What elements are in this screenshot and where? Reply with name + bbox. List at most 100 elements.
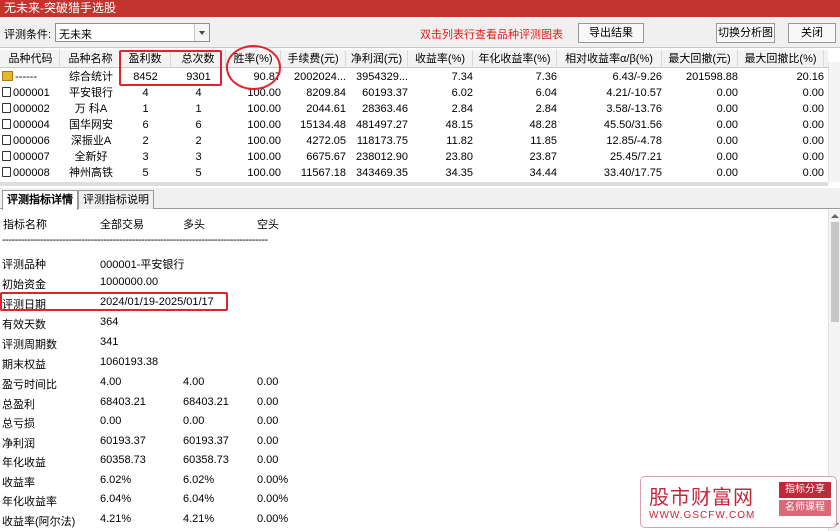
metric-all: 4.00 (100, 376, 122, 388)
column-header-return[interactable]: 收益率(%) (408, 50, 473, 68)
cell-net-profit: 238012.90 (356, 151, 408, 163)
cell-net-profit: 3954329... (356, 71, 408, 83)
metric-short: 0.00 (257, 376, 279, 388)
detail-header-long: 多头 (183, 219, 205, 231)
cell-fee: 2002024... (294, 71, 346, 83)
stock-icon (2, 87, 11, 97)
metric-long: 68403.21 (183, 395, 229, 408)
table-row[interactable]: 000001 平安银行 4 4 100.00 8209.84 60193.37 6.02 6.0… (0, 86, 828, 101)
tab-metric-details[interactable]: 评测指标详情 (2, 190, 78, 210)
cell-net-profit: 60193.37 (362, 87, 408, 99)
metric-short: 0.00 (257, 434, 279, 447)
column-header-name[interactable]: 品种名称 (62, 50, 120, 68)
condition-select[interactable]: 无未来 (55, 23, 210, 42)
cell-net-profit: 343469.35 (356, 167, 408, 179)
table-row[interactable]: 000006 深振业A 2 2 100.00 4272.05 118173.75 11.82 1… (0, 134, 828, 149)
export-button[interactable]: 导出结果 (578, 23, 644, 43)
watermark-tag2: 名师课程 (779, 500, 831, 516)
cell-fee: 4272.05 (306, 135, 346, 147)
watermark-url: WWW.GSCFW.COM (649, 510, 756, 521)
table-row[interactable]: 000002 万 科A 1 1 100.00 2044.61 28363.46 2.84 2.8… (0, 102, 828, 117)
table-vertical-scrollbar[interactable] (828, 62, 840, 182)
cell-fee: 8209.84 (306, 87, 346, 99)
cell-max-drawdown: 201598.88 (686, 71, 738, 83)
watermark: 股市财富网 指标分享 名师课程 WWW.GSCFW.COM (640, 476, 837, 528)
column-header-net-profit[interactable]: 净利润(元) (346, 50, 408, 68)
cell-max-drawdown-ratio: 0.00 (802, 135, 824, 147)
watermark-name: 股市财富网 (649, 485, 754, 509)
cell-name: 深振业A (70, 135, 112, 147)
chevron-down-icon[interactable] (194, 24, 209, 41)
info-value: 341 (100, 336, 119, 348)
cell-total: 3 (195, 151, 202, 163)
detail-header-short: 空头 (257, 219, 279, 231)
metric-label: 年化收益率 (2, 496, 57, 508)
metric-short: 0.00% (257, 512, 289, 525)
cell-wins: 3 (142, 151, 149, 163)
stock-icon (2, 119, 11, 129)
cell-code-text: ------ (15, 71, 37, 83)
info-value: 1000000.00 (100, 276, 159, 288)
cell-annual-return: 2.84 (535, 103, 557, 115)
condition-value: 无未来 (59, 29, 92, 41)
cell-annual-return: 7.36 (535, 71, 557, 83)
cell-return: 7.34 (451, 71, 473, 83)
stock-icon (2, 167, 11, 177)
table-row[interactable]: 000004 国华网安 6 6 100.00 15134.48 481497.27 48.15… (0, 118, 828, 133)
info-label: 有效天数 (2, 319, 46, 331)
cell-alpha-beta: 45.50/31.56 (603, 119, 662, 131)
cell-code-text: 000008 (13, 167, 50, 179)
cell-max-drawdown: 0.00 (716, 103, 738, 115)
column-header-max-drawdown[interactable]: 最大回撤(元) (662, 50, 738, 68)
info-label: 期末权益 (2, 359, 46, 371)
cell-win-rate: 100.00 (247, 167, 281, 179)
scroll-thumb[interactable] (831, 222, 839, 322)
info-value: 364 (100, 316, 119, 328)
cell-name: 平安银行 (69, 87, 113, 99)
metric-long: 60358.73 (183, 454, 229, 466)
cell-win-rate: 100.00 (247, 135, 281, 147)
cell-name: 万 科A (74, 103, 108, 115)
flag-icon (2, 71, 13, 81)
column-header-fee[interactable]: 手续费(元) (281, 50, 346, 68)
cell-max-drawdown: 0.00 (716, 151, 738, 163)
metric-long: 6.02% (183, 473, 215, 486)
column-header-max-drawdown-ratio[interactable]: 最大回撤比(%) (738, 50, 824, 68)
tab-metric-description[interactable]: 评测指标说明 (78, 190, 154, 209)
metric-short: 0.00 (257, 395, 279, 408)
cell-return: 23.80 (445, 151, 473, 163)
table-row[interactable]: 000007 全新好 3 3 100.00 6675.67 238012.90 23.80 23… (0, 150, 828, 165)
cell-code: ------ (2, 70, 60, 85)
metric-short: 0.00% (257, 473, 289, 486)
metric-long: 0.00 (183, 415, 205, 427)
cell-max-drawdown: 0.00 (716, 119, 738, 131)
cell-annual-return: 11.85 (530, 135, 557, 147)
metric-label: 总盈利 (2, 398, 35, 411)
switch-chart-button[interactable]: 切换分析图 (716, 23, 775, 43)
toolbar: 评测条件: 无未来 双击列表行查看品种评测图表 导出结果 切换分析图 关闭 (0, 17, 840, 48)
metric-label: 收益率 (2, 476, 35, 489)
cell-wins: 4 (142, 87, 149, 99)
cell-max-drawdown-ratio: 0.00 (802, 103, 824, 115)
cell-total: 5 (195, 167, 202, 179)
column-header-annual-return[interactable]: 年化收益率(%) (473, 50, 557, 68)
cell-wins: 2 (142, 135, 149, 147)
cell-win-rate: 100.00 (247, 151, 281, 163)
scroll-up-icon[interactable] (831, 214, 839, 218)
cell-max-drawdown-ratio: 0.00 (802, 119, 824, 131)
cell-code-text: 000007 (13, 151, 50, 163)
table-row[interactable]: 000008 神州高铁 5 5 100.00 11567.18 343469.35 34.35… (0, 166, 828, 181)
detail-divider: ----------------------------------------… (2, 234, 268, 246)
metric-all: 6.04% (100, 493, 132, 505)
column-header-alpha-beta[interactable]: 相对收益率α/β(%) (557, 50, 662, 68)
cell-annual-return: 34.44 (529, 167, 557, 179)
cell-alpha-beta: 33.40/17.75 (603, 167, 662, 179)
column-header-code[interactable]: 品种代码 (2, 50, 60, 68)
cell-code-text: 000006 (13, 135, 50, 147)
metric-long: 6.04% (183, 493, 215, 505)
metric-label: 净利润 (2, 437, 35, 450)
table-horizontal-scrollbar[interactable] (0, 182, 828, 186)
highlight-eval-date (0, 292, 228, 311)
highlight-win-rate (226, 45, 281, 90)
close-button[interactable]: 关闭 (788, 23, 836, 43)
